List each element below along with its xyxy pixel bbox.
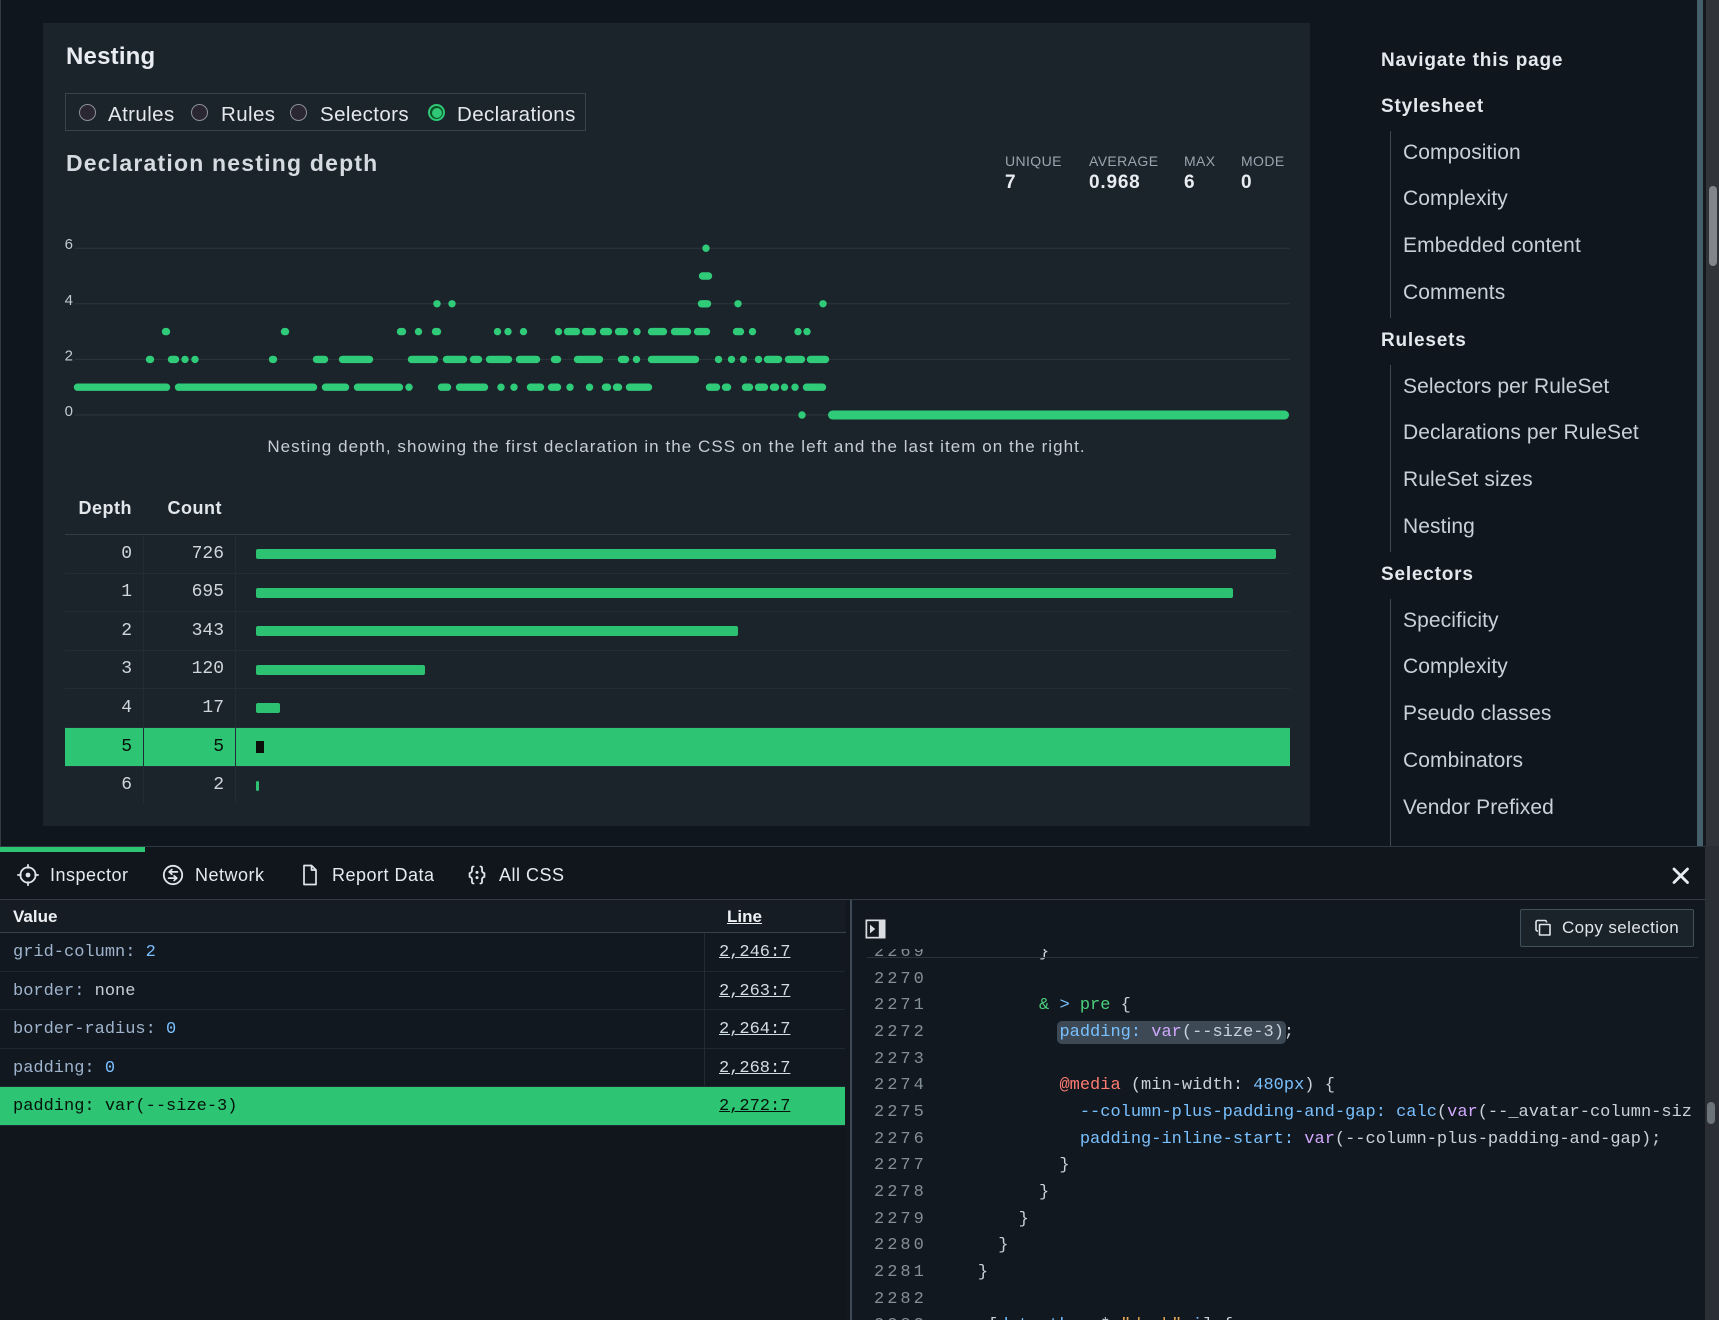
svg-text:2: 2 xyxy=(65,347,73,364)
svg-text:6: 6 xyxy=(65,236,73,253)
svg-text:0: 0 xyxy=(65,403,73,420)
svg-text:4: 4 xyxy=(65,292,73,309)
